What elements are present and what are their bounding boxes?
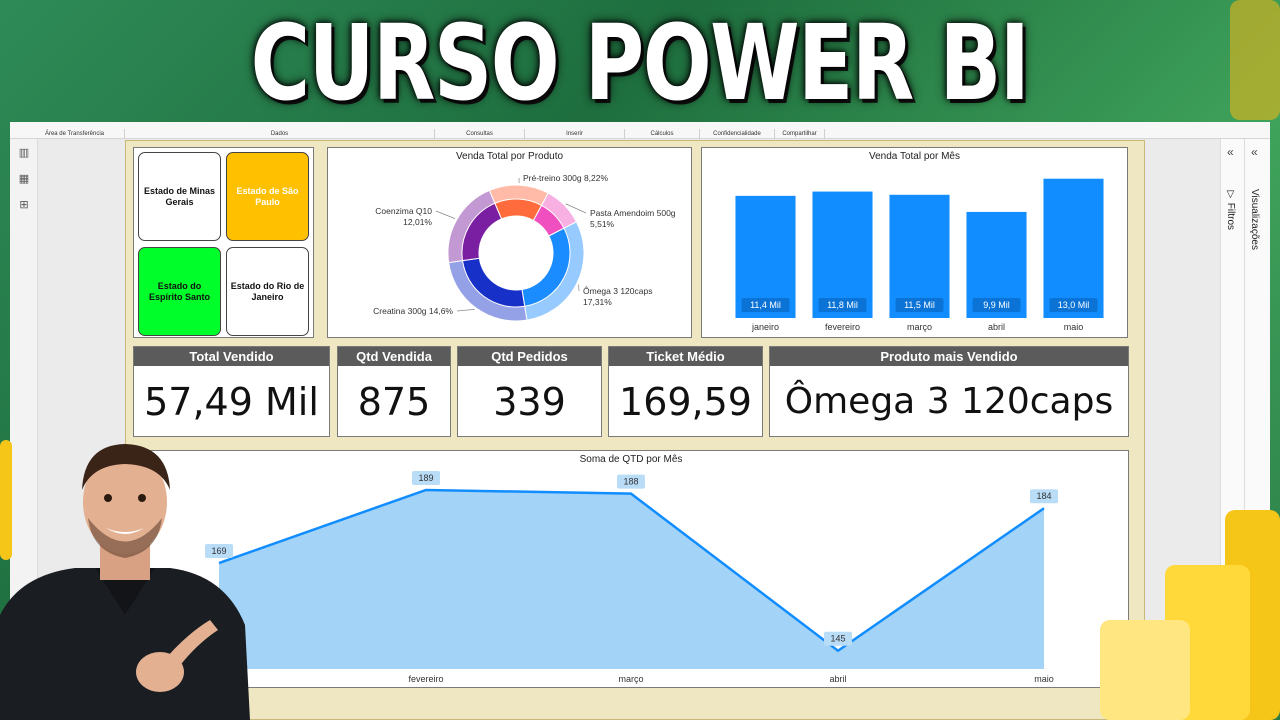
- ribbon-group-insert[interactable]: Inserir: [525, 129, 625, 139]
- area-tick-label: fevereiro: [408, 674, 443, 684]
- kpi-total-vendido[interactable]: Total Vendido 57,49 Mil: [133, 346, 330, 437]
- area-tick-label: abril: [829, 674, 846, 684]
- area-chart-card[interactable]: Soma de QTD por Mês 169 189 fevereiro 188 ma…: [133, 450, 1129, 688]
- state-selector: Estado de Minas Gerais Estado de São Pau…: [133, 147, 314, 338]
- bar-tick-label: maio: [1064, 322, 1084, 332]
- area-data-label: 145: [830, 634, 845, 644]
- presenter-photo: [0, 444, 250, 720]
- donut-chart-card[interactable]: Venda Total por Produto Pré-treino 300g …: [327, 147, 692, 338]
- kpi-qtd-pedidos[interactable]: Qtd Pedidos 339: [457, 346, 602, 437]
- visualizations-label: Visualizações: [1249, 189, 1260, 250]
- collapse-visualizations-icon[interactable]: «: [1251, 145, 1258, 159]
- donut-slice: [494, 198, 543, 222]
- kpi-produto-mais-vendido[interactable]: Produto mais Vendido Ômega 3 120caps: [769, 346, 1129, 437]
- kpi-value: 875: [357, 379, 431, 424]
- state-button-sp[interactable]: Estado de São Paulo: [226, 152, 309, 241]
- bar-tick-label: fevereiro: [825, 322, 860, 332]
- donut-data-label: 5,51%: [590, 219, 615, 229]
- kpi-title: Qtd Pedidos: [458, 347, 601, 366]
- table-view-icon[interactable]: ▦: [18, 173, 30, 185]
- donut-chart: Pré-treino 300g 8,22% Pasta Amendoim 500g…: [373, 173, 676, 322]
- bar-chart-card[interactable]: Venda Total por Mês 11,4 Mil janeiro 11,8 …: [701, 147, 1128, 338]
- ribbon-group-queries[interactable]: Consultas: [435, 129, 525, 139]
- donut-data-label: Pré-treino 300g 8,22%: [523, 173, 608, 183]
- kpi-title: Ticket Médio: [609, 347, 762, 366]
- bar-data-label: 9,9 Mil: [983, 300, 1010, 310]
- state-button-rj[interactable]: Estado do Rio de Janeiro: [226, 247, 309, 336]
- logo-tile-decoration: [1100, 620, 1190, 720]
- report-page: Estado de Minas Gerais Estado de São Pau…: [125, 140, 1145, 720]
- bar-tick-label: abril: [988, 322, 1005, 332]
- ribbon-group-sensitivity[interactable]: Confidencialidade: [700, 129, 775, 139]
- bar-data-label: 11,4 Mil: [750, 300, 781, 310]
- area-fill: [219, 489, 1044, 669]
- kpi-title: Produto mais Vendido: [770, 347, 1128, 366]
- kpi-value: Ômega 3 120caps: [784, 381, 1114, 422]
- donut-data-label: Creatina 300g 14,6%: [373, 306, 453, 316]
- filters-label: ▽ Filtros: [1225, 189, 1236, 231]
- headline-text: CURSO POWER BI: [251, 1, 1030, 124]
- report-view-icon[interactable]: ▥: [18, 147, 30, 159]
- donut-data-label: Coenzima Q10: [375, 206, 432, 216]
- ribbon-group-clipboard[interactable]: Área de Transferência: [25, 129, 125, 139]
- ribbon-group-calculations[interactable]: Cálculos: [625, 129, 700, 139]
- model-view-icon[interactable]: ⊞: [18, 199, 30, 211]
- kpi-ticket-medio[interactable]: Ticket Médio 169,59: [608, 346, 763, 437]
- area-tick-label: março: [618, 674, 643, 684]
- area-data-label: 184: [1036, 491, 1051, 501]
- area-tick-label: maio: [1034, 674, 1054, 684]
- ribbon-group-share[interactable]: Compartilhar: [775, 129, 825, 139]
- area-data-label: 189: [418, 473, 433, 483]
- ribbon-group-data[interactable]: Dados: [125, 129, 435, 139]
- donut-leader-line: [456, 309, 475, 312]
- kpi-qtd-vendida[interactable]: Qtd Vendida 875: [337, 346, 451, 437]
- bar-data-label: 11,8 Mil: [827, 300, 858, 310]
- area-chart: 169189fevereiro188março145abril184maio: [205, 470, 1058, 684]
- donut-leader-line: [435, 210, 456, 219]
- donut-data-label: 17,31%: [583, 297, 612, 307]
- kpi-title: Qtd Vendida: [338, 347, 450, 366]
- donut-data-label: Ômega 3 120caps: [583, 286, 652, 296]
- bar-tick-label: março: [907, 322, 932, 332]
- bar-data-label: 11,5 Mil: [904, 300, 935, 310]
- kpi-value: 169,59: [619, 379, 752, 424]
- bar: [1043, 178, 1104, 318]
- bar-tick-label: janeiro: [751, 322, 779, 332]
- thumbnail-headline: CURSO POWER BI: [0, 0, 1280, 125]
- bar-chart: 11,4 Mil janeiro 11,8 Mil fevereiro 11,5 Mil…: [735, 178, 1104, 332]
- kpi-value: 57,49 Mil: [144, 379, 319, 424]
- bar-data-label: 13,0 Mil: [1058, 300, 1090, 310]
- kpi-title: Total Vendido: [134, 347, 329, 366]
- donut-data-label: 12,01%: [403, 217, 432, 227]
- state-button-es[interactable]: Estado do Espírito Santo: [138, 247, 221, 336]
- state-button-mg[interactable]: Estado de Minas Gerais: [138, 152, 221, 241]
- donut-data-label: Pasta Amendoim 500g: [590, 208, 676, 218]
- area-data-label: 188: [623, 477, 638, 487]
- collapse-filters-icon[interactable]: «: [1227, 145, 1234, 159]
- kpi-value: 339: [493, 379, 566, 424]
